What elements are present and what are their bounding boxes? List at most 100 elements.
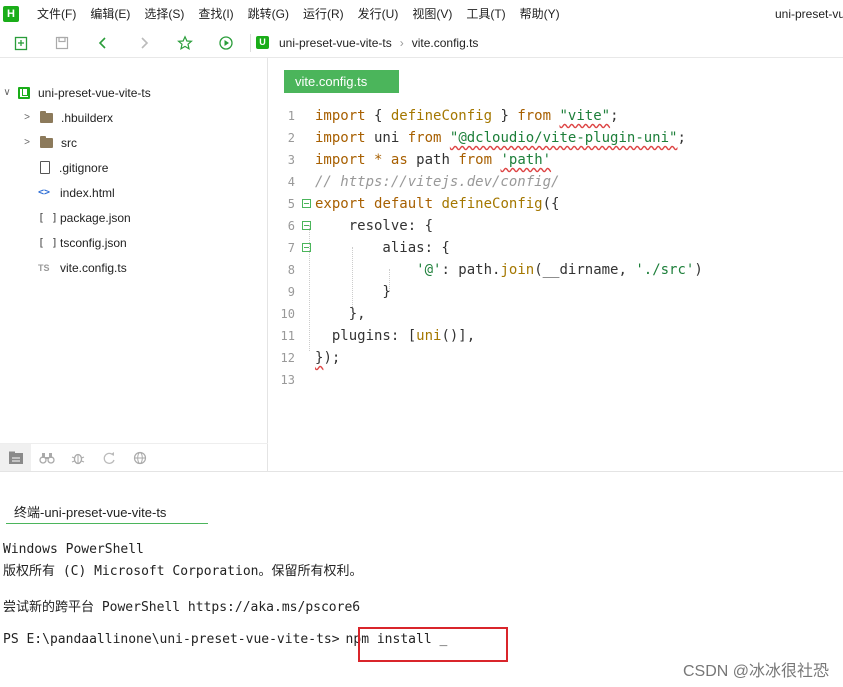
back-button[interactable] [82, 28, 123, 58]
new-file-button[interactable] [0, 28, 41, 58]
hbuilderx-logo: H [3, 6, 19, 22]
code-text: '@': path.join(__dirname, './src') [416, 262, 703, 278]
terminal-output-line: 版权所有 (C) Microsoft Corporation。保留所有权利。 [3, 564, 363, 579]
line-number: 12 [280, 351, 295, 365]
command-highlight-box [358, 627, 508, 662]
code-editor[interactable]: vite.config.ts 1 import { defineConfig } … [269, 58, 843, 471]
line-number: 2 [287, 131, 295, 145]
code-line: 9 } [269, 281, 843, 303]
line-number: 13 [280, 373, 295, 387]
chevron-left-icon [98, 36, 106, 49]
code-line: 10 }, [269, 303, 843, 325]
json-bracket-icon: [ ] [38, 211, 58, 224]
code-line: 11 plugins: [uni()], [269, 325, 843, 347]
tree-item-vite-config-ts[interactable]: TS vite.config.ts [38, 255, 127, 280]
code-line: 2 import uni from "@dcloudio/vite-plugin-… [269, 127, 843, 149]
menu-tools[interactable]: 工具(T) [459, 0, 512, 28]
menu-edit[interactable]: 编辑(E) [83, 0, 137, 28]
menu-file[interactable]: 文件(F) [30, 0, 83, 28]
tree-item-tsconfig-json[interactable]: [ ] tsconfig.json [38, 230, 127, 255]
new-file-icon [14, 36, 27, 50]
toolbar-separator [250, 33, 251, 52]
tree-item-label: .gitignore [59, 160, 109, 175]
menu-find[interactable]: 查找(I) [191, 0, 240, 28]
tab-plugins[interactable] [31, 444, 62, 472]
chevron-right-icon[interactable]: > [22, 112, 32, 123]
tab-browser[interactable] [124, 444, 155, 472]
breadcrumb-separator: › [399, 35, 404, 50]
code-line: 4 // https://vitejs.dev/config/ [269, 171, 843, 193]
fold-toggle-icon[interactable] [302, 199, 311, 208]
sidebar-bottom-tabs [0, 443, 268, 472]
line-number: 11 [280, 329, 295, 343]
line-number: 8 [287, 263, 295, 277]
json-bracket-icon: [ ] [38, 236, 58, 249]
breadcrumb-project[interactable]: uni-preset-vue-vite-ts [279, 36, 392, 50]
menu-view[interactable]: 视图(V) [405, 0, 459, 28]
terminal-tab[interactable]: 终端-uni-preset-vue-vite-ts [14, 502, 166, 521]
tree-item-label: vite.config.ts [60, 260, 127, 275]
tab-project-manager[interactable] [0, 443, 31, 472]
terminal-output-line: 尝试新的跨平台 PowerShell https://aka.ms/pscore… [3, 600, 361, 615]
project-logo-icon: U [256, 36, 269, 49]
menu-publish[interactable]: 发行(U) [351, 0, 406, 28]
file-icon [40, 161, 50, 174]
tree-item-index-html[interactable]: <> index.html [38, 180, 115, 205]
code-line: 3 import * as path from 'path' [269, 149, 843, 171]
code-text: import * as path from 'path' [315, 152, 552, 168]
star-icon [176, 34, 193, 50]
forward-button[interactable] [123, 28, 164, 58]
code-line: 6 resolve: { [269, 215, 843, 237]
menu-select[interactable]: 选择(S) [137, 0, 191, 28]
menu-run[interactable]: 运行(R) [296, 0, 351, 28]
code-line: 12}); [269, 347, 843, 369]
tree-project-root[interactable]: ∨ uni-preset-vue-vite-ts [2, 80, 151, 105]
tree-item-hbuilderx[interactable]: > .hbuilderx [22, 105, 113, 130]
code-comment: // https://vitejs.dev/config/ [315, 174, 560, 190]
save-button[interactable] [41, 28, 82, 58]
tree-item-package-json[interactable]: [ ] package.json [38, 205, 131, 230]
play-circle-icon [218, 35, 233, 50]
chevron-right-icon[interactable]: > [22, 137, 32, 148]
line-number: 10 [280, 307, 295, 321]
project-explorer: ∨ uni-preset-vue-vite-ts > .hbuilderx > … [0, 58, 268, 472]
toolbar: U uni-preset-vue-vite-ts › vite.config.t… [0, 28, 843, 58]
line-number: 1 [287, 109, 295, 123]
line-number: 3 [287, 153, 295, 167]
project-name: uni-preset-vue-vite-ts [38, 85, 151, 100]
folder-icon [40, 135, 53, 148]
tree-item-gitignore[interactable]: .gitignore [40, 155, 108, 180]
tab-git[interactable] [93, 444, 124, 472]
code-line: 13 [269, 369, 843, 391]
code-text: }); [315, 350, 341, 366]
tab-debug[interactable] [62, 444, 93, 472]
tree-item-label: .hbuilderx [61, 110, 114, 125]
menu-goto[interactable]: 跳转(G) [241, 0, 296, 28]
favorite-button[interactable] [164, 28, 205, 58]
terminal-tab-underline [6, 523, 208, 524]
tree-item-label: index.html [60, 185, 115, 200]
editor-tab-active[interactable]: vite.config.ts [284, 70, 399, 93]
indent-guide [389, 269, 390, 291]
csdn-watermark: CSDN @冰冰很社恐 [682, 663, 829, 680]
folder-list-icon [8, 451, 23, 464]
menu-help[interactable]: 帮助(Y) [513, 0, 567, 28]
tree-item-label: package.json [60, 210, 131, 225]
code-text: }, [315, 306, 366, 322]
terminal-output-line: Windows PowerShell [3, 542, 144, 557]
menu-bar: H 文件(F) 编辑(E) 选择(S) 查找(I) 跳转(G) 运行(R) 发行… [0, 0, 843, 28]
code-line: 5 export default defineConfig({ [269, 193, 843, 215]
line-number: 6 [287, 219, 295, 233]
folder-icon [40, 110, 53, 123]
chevron-down-icon[interactable]: ∨ [2, 87, 12, 98]
terminal-panel[interactable]: 终端-uni-preset-vue-vite-ts Windows PowerS… [0, 471, 843, 687]
code-line: 1 import { defineConfig } from "vite"; [269, 105, 843, 127]
code-text: plugins: [uni()], [315, 328, 476, 344]
line-number: 9 [287, 285, 295, 299]
binoculars-icon [38, 452, 55, 464]
breadcrumb-file[interactable]: vite.config.ts [412, 36, 479, 50]
tree-item-src[interactable]: > src [22, 130, 77, 155]
bug-icon [71, 453, 84, 464]
chevron-right-icon [140, 36, 148, 49]
run-button[interactable] [205, 28, 246, 58]
